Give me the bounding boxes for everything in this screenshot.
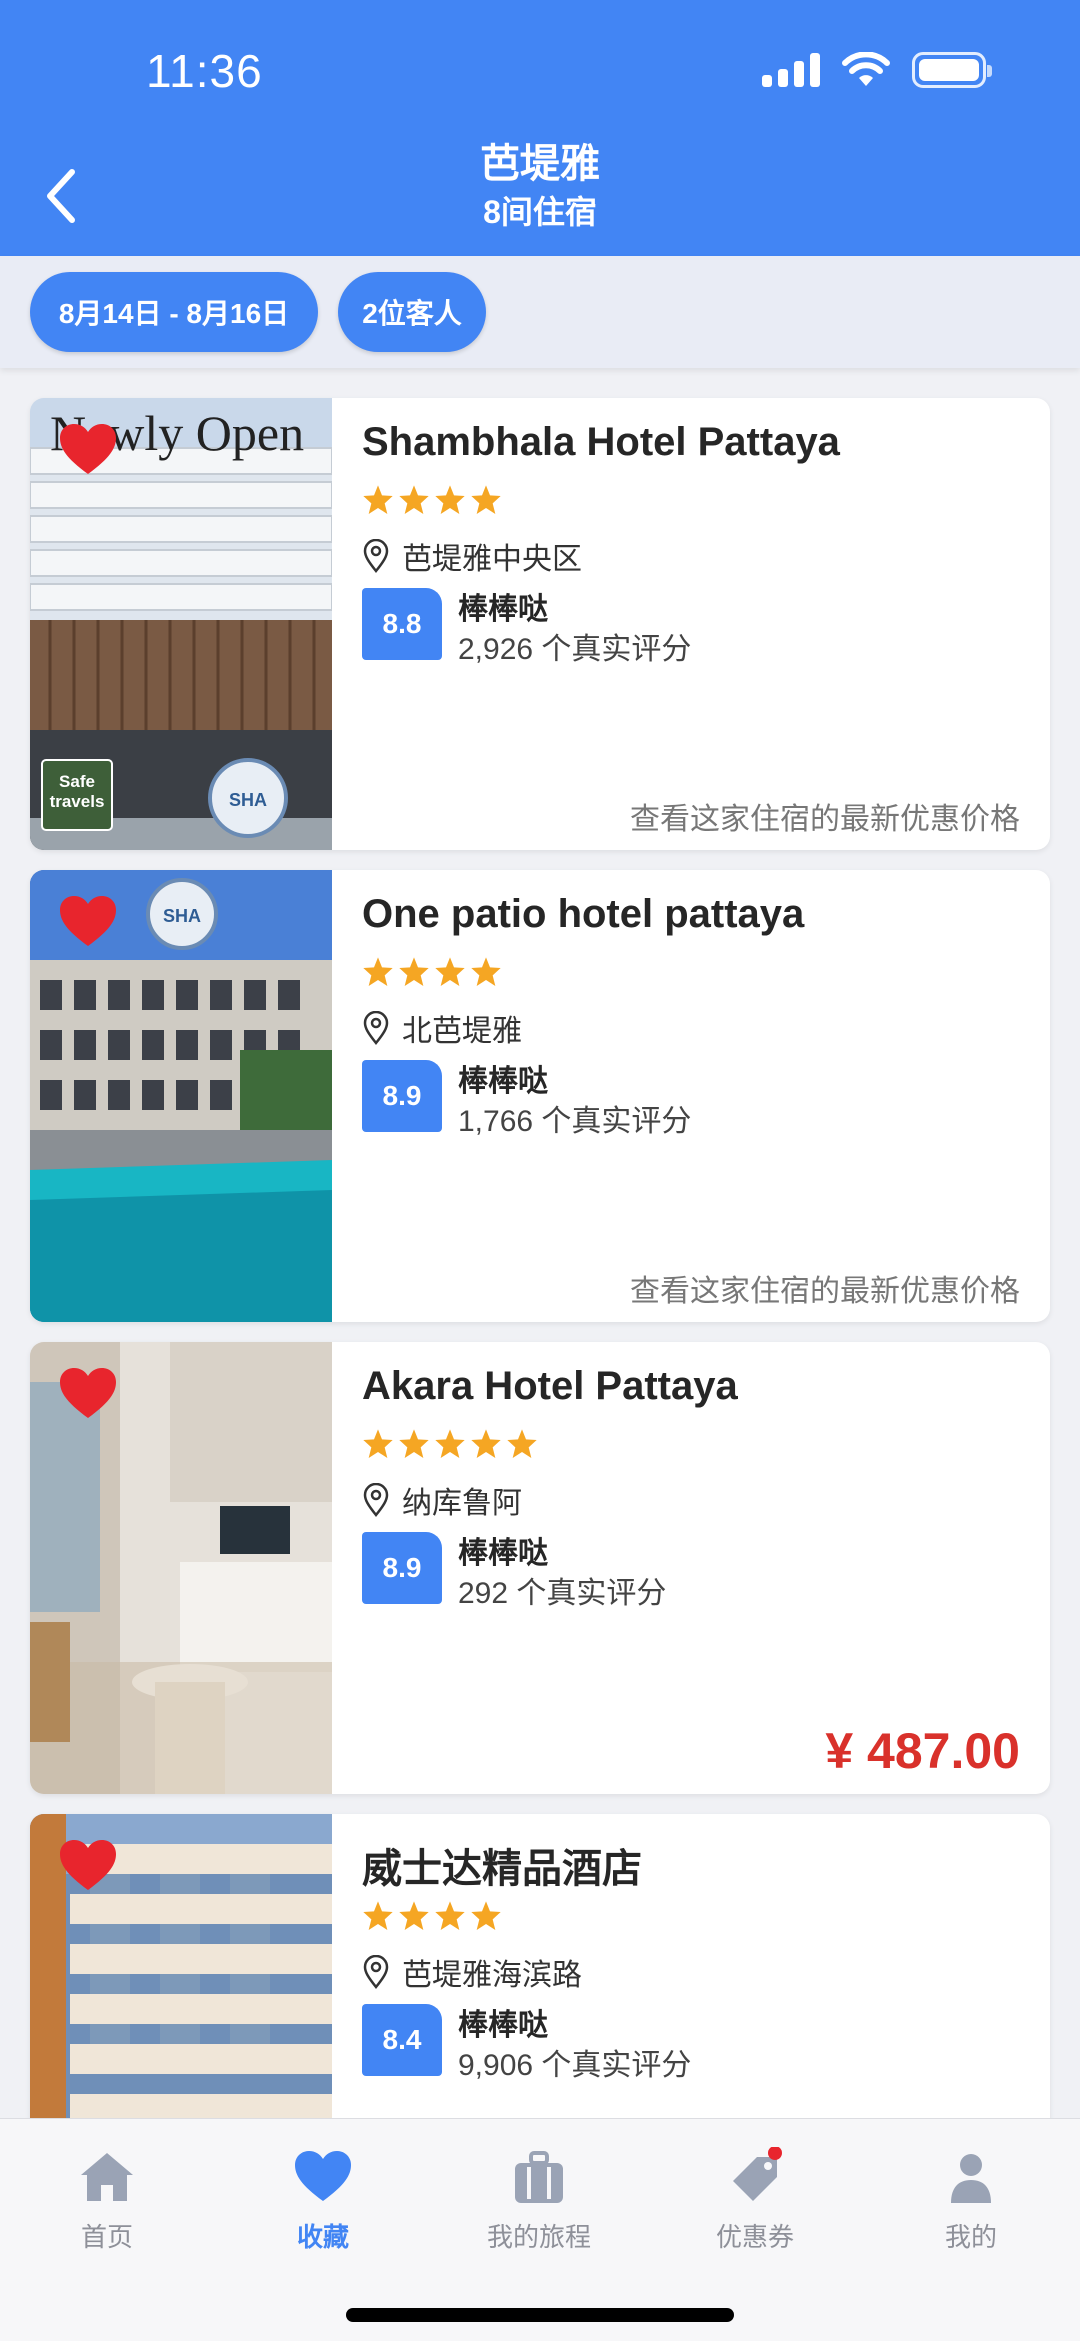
favorite-heart-icon[interactable] [58,894,118,950]
battery-icon [912,52,992,88]
nav-favorites[interactable]: 收藏 [233,2147,413,2254]
star-icon [399,957,429,986]
location-pin-icon [363,1955,389,1989]
star-icon [471,1429,501,1458]
page-title: 芭堤雅 [480,142,600,186]
star-icon [363,1429,393,1458]
price: ¥ 487.00 [825,1723,1020,1779]
guests-chip[interactable]: 2位客人 [338,272,486,352]
hotel-name[interactable]: Akara Hotel Pattaya [362,1364,738,1409]
heart-icon [295,2151,351,2201]
nav-coupons[interactable]: 优惠券 [665,2147,845,2254]
nav-profile[interactable]: 我的 [881,2147,1061,2254]
location-text: 芭堤雅海滨路 [402,1959,582,1992]
star-icon [435,957,465,986]
star-icon [471,485,501,514]
star-icon [435,485,465,514]
nav-coupons-label: 优惠券 [715,2222,794,2252]
hotel-name[interactable]: 威士达精品酒店 [362,1836,642,1894]
favorite-heart-icon[interactable] [58,1838,118,1894]
price-note-link[interactable]: 查看这家住宿的最新优惠价格 [630,794,1020,838]
review-count: 2,926 个真实评分 [458,633,692,666]
hotel-info: Akara Hotel Pattaya 纳库鲁阿 8.9 棒棒哒 292 个真实… [362,1342,1020,1794]
signal-icon [762,53,820,87]
nav-home-label: 首页 [80,2222,133,2252]
date-range-chip[interactable]: 8月14日 - 8月16日 [30,272,318,352]
safe-travels-badge: Safe travels [49,772,105,811]
star-icon [399,485,429,514]
favorite-heart-icon[interactable] [58,1366,118,1422]
hotel-photo[interactable]: SHA Newly Open Safe travels [30,398,332,850]
svg-text:SHA: SHA [163,906,201,926]
tag-icon [733,2147,782,2201]
star-icon [399,1429,429,1458]
star-icon [435,1429,465,1458]
hotel-location: 纳库鲁阿 [362,1478,522,1522]
star-rating [362,1428,538,1460]
nav-profile-label: 我的 [944,2222,997,2252]
hotel-photo[interactable]: SHA [30,870,332,1322]
star-rating [362,1900,502,1932]
nav-favorites-label: 收藏 [296,2222,349,2252]
filter-bar: 8月14日 - 8月16日 2位客人 [0,256,1080,368]
hotel-location: 北芭堤雅 [362,1006,522,1050]
home-indicator[interactable] [346,2308,734,2322]
title-block: 芭堤雅 8间住宿 [0,138,1080,234]
rating-score: 8.8 [362,588,442,660]
svg-text:SHA: SHA [229,790,267,810]
hotel-location: 芭堤雅海滨路 [362,1950,582,1994]
location-pin-icon [363,539,389,573]
star-icon [435,1901,465,1930]
page-subtitle: 8间住宿 [483,194,597,230]
hotel-photo[interactable] [30,1342,332,1794]
star-icon [471,957,501,986]
rating-score: 8.9 [362,1532,442,1604]
rating-label: 棒棒哒 [458,593,548,626]
hotel-info: One patio hotel pattaya 北芭堤雅 8.9 棒棒哒 1,7… [362,870,1020,1322]
status-time: 11:36 [146,45,263,97]
location-text: 纳库鲁阿 [402,1487,522,1520]
star-rating [362,956,502,988]
status-icons [762,52,992,88]
rating-label: 棒棒哒 [458,2009,548,2042]
home-icon [81,2153,133,2201]
location-text: 芭堤雅中央区 [402,543,582,576]
nav-trips[interactable]: 我的旅程 [449,2147,629,2254]
star-icon [471,1901,501,1930]
rating-label: 棒棒哒 [458,1065,548,1098]
review-count: 292 个真实评分 [458,1577,667,1610]
nav-trips-label: 我的旅程 [486,2222,591,2252]
rating-score: 8.4 [362,2004,442,2076]
location-pin-icon [363,1011,389,1045]
hotel-name[interactable]: One patio hotel pattaya [362,892,804,937]
hotel-card[interactable]: SHA Newly Open Safe travels Shambhala Ho… [30,398,1050,850]
star-icon [507,1429,537,1458]
price-note-link[interactable]: 查看这家住宿的最新优惠价格 [630,1266,1020,1310]
review-count: 1,766 个真实评分 [458,1105,692,1138]
hotel-location: 芭堤雅中央区 [362,534,582,578]
star-icon [363,485,393,514]
star-rating [362,484,502,516]
star-icon [363,957,393,986]
location-text: 北芭堤雅 [402,1015,522,1048]
hotel-card[interactable]: Akara Hotel Pattaya 纳库鲁阿 8.9 棒棒哒 292 个真实… [30,1342,1050,1794]
hotel-card[interactable]: SHA One patio hotel pattaya 北芭堤雅 8.9 棒棒哒… [30,870,1050,1322]
review-count: 9,906 个真实评分 [458,2049,692,2082]
app-header: 11:36 芭堤雅 8间住宿 [0,0,1080,256]
wifi-icon [842,52,890,86]
user-icon [951,2154,991,2203]
star-icon [363,1901,393,1930]
nav-home[interactable]: 首页 [17,2147,197,2254]
suitcase-icon [515,2151,563,2203]
favorite-heart-icon[interactable] [58,422,118,478]
hotel-name[interactable]: Shambhala Hotel Pattaya [362,420,840,465]
rating-score: 8.9 [362,1060,442,1132]
hotel-info: Shambhala Hotel Pattaya 芭堤雅中央区 8.8 棒棒哒 2… [362,398,1020,850]
star-icon [399,1901,429,1930]
location-pin-icon [363,1483,389,1517]
rating-label: 棒棒哒 [458,1537,548,1570]
